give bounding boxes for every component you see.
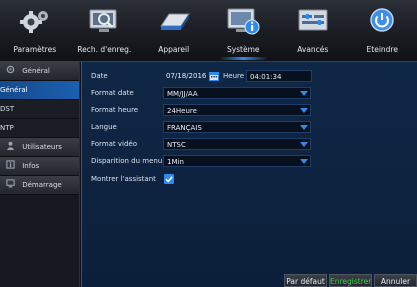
sidebar-section-general[interactable]: Général xyxy=(0,62,79,81)
sidebar-section-label: Infos xyxy=(22,162,40,170)
date-field[interactable]: 07/18/2016 xyxy=(163,70,207,82)
nav-tab-label: Paramètres xyxy=(13,45,57,54)
sidebar-section-label: Utilisateurs xyxy=(22,143,62,151)
chevron-down-icon xyxy=(300,142,308,147)
date-format-label: Format date xyxy=(91,89,134,97)
sidebar-item-label: DST xyxy=(0,105,15,113)
nav-tab-appareil[interactable]: Appareil xyxy=(139,0,209,61)
nav-tab-systeme[interactable]: Système xyxy=(209,0,279,61)
menu-timeout-label: Disparition du menu xyxy=(91,157,163,165)
video-format-row: Format vidéo NTSC xyxy=(91,138,411,152)
sidebar-item-dst[interactable]: DST xyxy=(0,100,79,119)
nav-tab-label: Appareil xyxy=(158,45,190,54)
nav-tab-parametres[interactable]: Paramètres xyxy=(0,0,70,61)
language-value: FRANÇAIS xyxy=(167,124,202,132)
chevron-down-icon xyxy=(300,159,308,164)
language-row: Langue FRANÇAIS xyxy=(91,121,411,135)
sidebar-section-info[interactable]: Infos xyxy=(0,157,79,176)
date-format-select[interactable]: MM/JJ/AA xyxy=(163,87,311,99)
menu-timeout-row: Disparition du menu 1Min xyxy=(91,155,411,169)
save-button[interactable]: Enregistrer xyxy=(329,274,372,287)
chevron-down-icon xyxy=(300,108,308,113)
date-label: Date xyxy=(91,72,108,80)
date-format-row: Format date MM/JJ/AA xyxy=(91,87,411,101)
info-icon xyxy=(6,160,15,169)
language-label: Langue xyxy=(91,123,117,131)
menu-timeout-select[interactable]: 1Min xyxy=(163,155,311,167)
nav-tab-label: Avancés xyxy=(297,45,329,54)
sidebar-item-ntp[interactable]: NTP xyxy=(0,119,79,138)
video-format-select[interactable]: NTSC xyxy=(163,138,311,150)
sidebar-section-label: Général xyxy=(22,67,50,75)
time-format-select[interactable]: 24Heure xyxy=(163,104,311,116)
system-info-icon xyxy=(226,6,260,36)
language-select[interactable]: FRANÇAIS xyxy=(163,121,311,133)
cancel-button[interactable]: Annuler xyxy=(374,274,417,287)
nav-tab-eteindre[interactable]: Eteindre xyxy=(348,0,417,61)
settings-panel: Date 07/18/2016 Heure 04:01:34 Format da… xyxy=(81,62,417,287)
video-format-value: NTSC xyxy=(167,141,186,149)
sidebar-section-startup[interactable]: Démarrage xyxy=(0,176,79,195)
time-format-value: 24Heure xyxy=(167,107,197,115)
default-button[interactable]: Par défaut xyxy=(284,274,327,287)
sidebar-item-label: Général xyxy=(0,86,28,94)
menu-timeout-value: 1Min xyxy=(167,158,184,166)
sidebar-section-label: Démarrage xyxy=(22,181,62,189)
hard-drive-icon xyxy=(157,6,191,36)
chevron-down-icon xyxy=(300,125,308,130)
user-icon xyxy=(6,141,15,150)
date-format-value: MM/JJ/AA xyxy=(167,90,198,98)
gear-icon xyxy=(6,65,15,74)
chevron-down-icon xyxy=(300,91,308,96)
search-monitor-icon xyxy=(87,6,121,36)
nav-tab-label: Rech. d'enreg. xyxy=(77,45,132,54)
time-label: Heure xyxy=(223,72,245,80)
startup-icon xyxy=(6,179,15,188)
date-row: Date 07/18/2016 Heure 04:01:34 xyxy=(91,70,411,84)
sidebar: Général Général DST NTP Utilisateurs Inf… xyxy=(0,62,80,287)
show-wizard-label: Montrer l'assistant xyxy=(91,175,156,183)
time-format-label: Format heure xyxy=(91,106,139,114)
advanced-settings-icon xyxy=(296,6,330,36)
checkmark-icon xyxy=(165,176,173,183)
show-wizard-checkbox[interactable] xyxy=(164,174,174,184)
video-format-label: Format vidéo xyxy=(91,140,138,148)
time-field[interactable]: 04:01:34 xyxy=(246,70,312,82)
time-format-row: Format heure 24Heure xyxy=(91,104,411,118)
power-icon xyxy=(365,6,399,36)
nav-tab-rech-enreg[interactable]: Rech. d'enreg. xyxy=(70,0,140,61)
active-tab-indicator xyxy=(218,57,268,60)
show-wizard-row: Montrer l'assistant xyxy=(91,173,411,187)
sidebar-item-label: NTP xyxy=(0,124,14,132)
nav-tab-label: Eteindre xyxy=(366,45,398,54)
nav-tab-label: Système xyxy=(226,45,260,54)
calendar-icon[interactable] xyxy=(209,71,219,81)
top-navigation-bar: Paramètres Rech. d'enreg. Appareil Systè… xyxy=(0,0,417,62)
sidebar-section-users[interactable]: Utilisateurs xyxy=(0,138,79,157)
gears-icon xyxy=(18,6,52,36)
sidebar-item-general[interactable]: Général xyxy=(0,81,79,100)
nav-tab-avances[interactable]: Avancés xyxy=(278,0,348,61)
